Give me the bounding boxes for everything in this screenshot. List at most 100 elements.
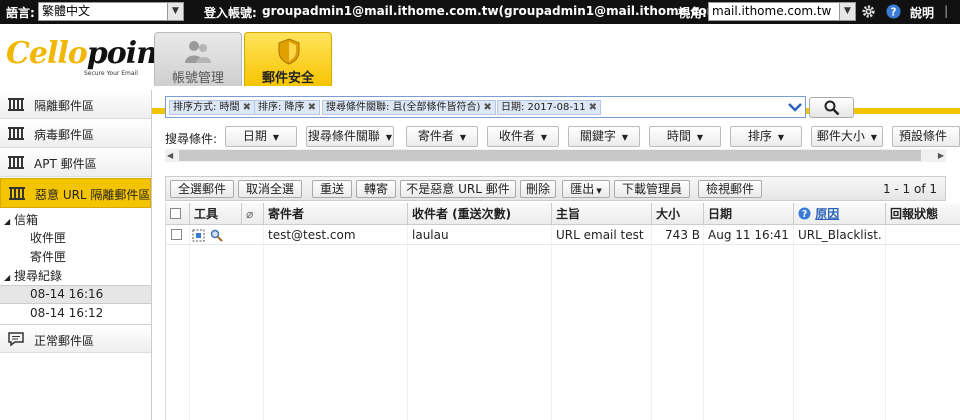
tab-label: 郵件安全 (261, 71, 314, 86)
close-icon: ✖ (483, 102, 492, 113)
header-reason[interactable]: ? 原因 (794, 203, 886, 225)
speech-bubble-icon (8, 332, 24, 347)
sidebar-item-label: 病毒郵件區 (34, 128, 95, 142)
dropdown-condition-relation[interactable]: 搜尋條件關聯 ▼ (306, 126, 394, 147)
header-select-all[interactable] (166, 203, 190, 225)
header-attachment[interactable]: ⌀ (242, 203, 264, 225)
view-value: mail.ithome.com.tw (712, 4, 832, 18)
dropdown-sort[interactable]: 排序 ▼ (730, 126, 802, 147)
dropdown-mail-size[interactable]: 郵件大小 ▼ (811, 126, 883, 147)
help-icon[interactable]: ? (886, 4, 901, 19)
header-sender[interactable]: 寄件者 (264, 203, 408, 225)
sidebar-item-apt[interactable]: APT 郵件區 (0, 148, 151, 177)
filter-chip[interactable]: 日期: 2017-08-11 ✖ (497, 100, 602, 115)
header-subject[interactable]: 主旨 (552, 203, 652, 225)
dropdown-time[interactable]: 時間 ▼ (649, 126, 721, 147)
header-size[interactable]: 大小 (652, 203, 704, 225)
mail-table: 工具 ⌀ 寄件者 收件者 (重送次數) 主旨 大小 日期 ? 原因 回報狀態 t… (165, 203, 960, 420)
search-conditions-label: 搜尋條件: (165, 132, 218, 146)
not-malicious-url-button[interactable]: 不是惡意 URL 郵件 (400, 180, 516, 198)
magnifier-icon[interactable] (210, 229, 223, 242)
sidebar-item-normal-mail[interactable]: 正常郵件區 (0, 324, 151, 353)
search-icon (824, 100, 840, 116)
main-panel: 排序方式: 時間 ✖ 排序: 降序 ✖ 搜尋條件關聯: 且(全部條件皆符合) ✖ 日期… (165, 90, 960, 420)
select-all-button[interactable]: 全選郵件 (170, 180, 234, 198)
collapse-triangle-icon: ◢ (4, 217, 11, 226)
tab-mail-security[interactable]: 郵件安全 (244, 32, 332, 86)
tab-label: 帳號管理 (171, 71, 224, 86)
gear-icon[interactable] (861, 4, 876, 19)
scroll-left-icon[interactable]: ◀ (167, 149, 173, 162)
dropdown-default-conditions[interactable]: 預設條件 (892, 126, 960, 147)
chevron-down-icon: ▼ (167, 3, 183, 20)
export-button[interactable]: 匯出 ▼ (562, 180, 610, 198)
checkbox[interactable] (170, 208, 181, 219)
checkbox[interactable] (171, 229, 182, 240)
cell-size: 743 B (665, 228, 700, 242)
cell-date: Aug 11 16:41 (708, 228, 789, 242)
shield-icon (278, 38, 300, 65)
screenshot-icon[interactable] (192, 229, 205, 242)
header-report-status[interactable]: 回報狀態 (886, 203, 960, 225)
svg-text:?: ? (891, 6, 897, 18)
tree-sent[interactable]: 寄件匣 (30, 248, 66, 265)
forward-button[interactable]: 轉寄 (356, 180, 396, 198)
header: Cellopoint Secure Your Email 帳號管理 郵件安全 (0, 24, 960, 114)
jail-icon (8, 156, 24, 169)
tree-search-records[interactable]: ◢ 搜尋紀錄 (4, 267, 62, 284)
cell-recipient: laulau (412, 228, 449, 242)
delete-button[interactable]: 刪除 (520, 180, 556, 198)
horizontal-scrollbar[interactable]: ◀ ▶ (165, 149, 946, 162)
tree-search-record-1[interactable]: 08-14 16:16 (0, 285, 151, 304)
close-icon: ✖ (588, 102, 598, 113)
sidebar: 隔離郵件區 病毒郵件區 APT 郵件區 惡意 URL 隔離郵件區 ◢ 信箱 收件… (0, 90, 152, 420)
tree-search-record-2[interactable]: 08-14 16:12 (30, 306, 103, 320)
sidebar-item-virus[interactable]: 病毒郵件區 (0, 119, 151, 148)
jail-icon (8, 127, 24, 140)
header-date[interactable]: 日期 (704, 203, 794, 225)
language-value: 繁體中文 (42, 4, 91, 18)
resend-button[interactable]: 重送 (312, 180, 352, 198)
scrollbar-thumb[interactable] (179, 150, 921, 161)
filter-chip[interactable]: 搜尋條件關聯: 且(全部條件皆符合) ✖ (322, 100, 496, 115)
login-account: groupadmin1@mail.ithome.com.tw(groupadmi… (262, 4, 747, 18)
cell-reason: URL_Blacklist... (798, 228, 882, 242)
download-manager-button[interactable]: 下載管理員 (614, 180, 690, 198)
login-label: 登入帳號: (204, 6, 257, 20)
filter-chip[interactable]: 排序方式: 時間 ✖ (169, 100, 255, 115)
jail-icon (8, 98, 24, 111)
deselect-all-button[interactable]: 取消全選 (238, 180, 302, 198)
dropdown-keyword[interactable]: 關鍵字 ▼ (568, 126, 640, 147)
dropdown-recipient[interactable]: 收件者 ▼ (487, 126, 559, 147)
header-tools[interactable]: 工具 (190, 203, 242, 225)
filter-chip[interactable]: 排序: 降序 ✖ (254, 100, 320, 115)
table-row[interactable]: test@test.com laulau URL email test 743 … (166, 226, 960, 245)
cell-sender: test@test.com (268, 228, 356, 242)
scroll-right-icon[interactable]: ▶ (938, 149, 944, 162)
tree-label: 搜尋紀錄 (13, 269, 62, 283)
cell-subject: URL email test (556, 228, 644, 242)
close-icon: ✖ (242, 102, 251, 113)
view-select[interactable]: mail.ithome.com.tw ▼ (708, 2, 856, 21)
header-recipient[interactable]: 收件者 (重送次數) (408, 203, 552, 225)
jail-icon (9, 187, 25, 200)
sidebar-item-malicious-url[interactable]: 惡意 URL 隔離郵件區 (0, 178, 151, 208)
language-select[interactable]: 繁體中文 ▼ (38, 2, 184, 21)
view-mail-button[interactable]: 檢視郵件 (698, 180, 762, 198)
dropdown-sender[interactable]: 寄件者 ▼ (406, 126, 478, 147)
tree-mailbox[interactable]: ◢ 信箱 (4, 211, 38, 228)
filter-bar[interactable]: 排序方式: 時間 ✖ 排序: 降序 ✖ 搜尋條件關聯: 且(全部條件皆符合) ✖ 日期… (165, 96, 806, 118)
tree-inbox[interactable]: 收件匣 (30, 229, 66, 246)
sidebar-item-quarantine[interactable]: 隔離郵件區 (0, 90, 151, 119)
chevron-down-icon[interactable] (788, 100, 802, 114)
help-icon[interactable]: ? (798, 207, 811, 220)
sidebar-item-label: 正常郵件區 (34, 334, 95, 348)
paperclip-icon: ⌀ (246, 207, 254, 221)
dropdown-date[interactable]: 日期 ▼ (225, 126, 297, 147)
collapse-triangle-icon: ◢ (4, 273, 11, 282)
tab-account-management[interactable]: 帳號管理 (154, 32, 242, 86)
search-button[interactable] (809, 97, 854, 118)
sidebar-item-label: APT 郵件區 (34, 157, 97, 171)
chevron-down-icon: ▼ (839, 3, 855, 20)
help-link[interactable]: 說明 (910, 4, 934, 21)
